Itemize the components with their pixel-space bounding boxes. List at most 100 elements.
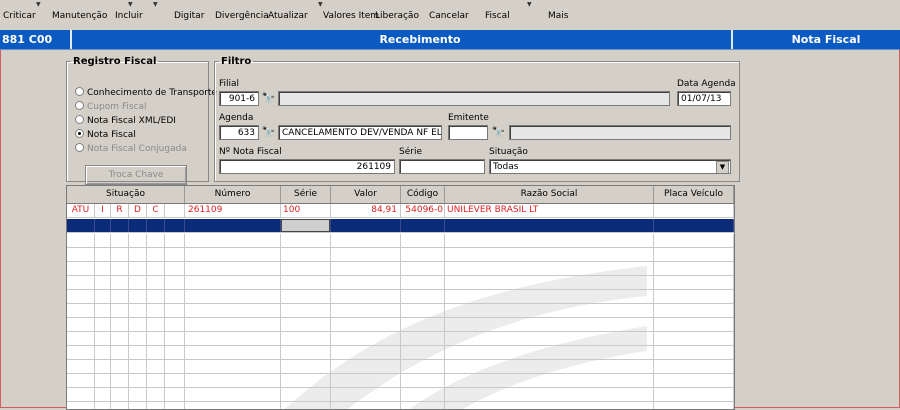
active-cell[interactable] xyxy=(281,219,331,232)
chevron-down-icon: ▼ xyxy=(318,1,323,8)
empty-cell xyxy=(67,290,95,303)
chevron-down-icon: ▼ xyxy=(153,1,158,8)
toolbar-valores-item[interactable]: Valores Item xyxy=(323,11,379,21)
table-row[interactable]: ATU I R D C 261109 100 84,91 54096-0 UNI… xyxy=(67,204,734,218)
empty-cell xyxy=(445,388,654,401)
table-row[interactable] xyxy=(67,248,734,262)
table-row[interactable] xyxy=(67,262,734,276)
header-serie[interactable]: Série xyxy=(281,186,331,203)
empty-cell xyxy=(165,262,185,275)
empty-cell xyxy=(95,318,111,331)
table-row[interactable] xyxy=(67,388,734,402)
binoculars-icon[interactable]: 🔭 xyxy=(261,91,276,106)
empty-cell xyxy=(111,388,129,401)
header-codigo[interactable]: Código xyxy=(401,186,445,203)
grid-header: Situação Número Série Valor Código Razão… xyxy=(67,186,734,204)
empty-cell xyxy=(331,234,401,247)
empty-cell xyxy=(331,290,401,303)
empty-cell xyxy=(165,374,185,387)
empty-cell xyxy=(281,304,331,317)
empty-cell xyxy=(111,276,129,289)
data-agenda-field[interactable]: 01/07/13 xyxy=(677,91,731,106)
table-row[interactable] xyxy=(67,402,734,409)
table-row[interactable] xyxy=(67,276,734,290)
radio-nota-fiscal-conjugada: Nota Fiscal Conjugada xyxy=(75,143,187,154)
empty-cell xyxy=(67,262,95,275)
empty-cell xyxy=(111,332,129,345)
empty-cell xyxy=(281,318,331,331)
radio-nota-fiscal-xml[interactable]: Nota Fiscal XML/EDI xyxy=(75,115,176,126)
header-numero[interactable]: Número xyxy=(185,186,281,203)
empty-cell xyxy=(331,346,401,359)
empty-cell xyxy=(401,346,445,359)
flag-cell: R xyxy=(111,204,129,217)
emitente-label: Emitente xyxy=(448,113,489,123)
empty-cell xyxy=(67,304,95,317)
empty-cell xyxy=(165,276,185,289)
empty-cell xyxy=(331,318,401,331)
header-situacao[interactable]: Situação xyxy=(67,186,185,203)
radio-conhecimento-transporte[interactable]: Conhecimento de Transporte xyxy=(75,87,217,98)
empty-cell xyxy=(401,388,445,401)
razao-cell: UNILEVER BRASIL LT xyxy=(445,204,654,217)
empty-cell xyxy=(129,402,147,409)
empty-cell xyxy=(401,248,445,261)
group-title: Filtro xyxy=(221,56,252,67)
toolbar-cancelar[interactable]: Cancelar xyxy=(429,11,469,21)
toolbar-atualizar[interactable]: Atualizar xyxy=(268,11,308,21)
radio-nota-fiscal[interactable]: Nota Fiscal xyxy=(75,129,136,140)
empty-cell xyxy=(129,346,147,359)
empty-cell xyxy=(147,402,165,409)
binoculars-icon[interactable]: 🔭 xyxy=(261,125,276,140)
empty-cell xyxy=(331,360,401,373)
radio-icon xyxy=(75,143,84,152)
agenda-field[interactable]: 633 xyxy=(219,125,259,140)
empty-cell xyxy=(165,388,185,401)
filial-field[interactable]: 901-6 xyxy=(219,91,259,106)
table-row[interactable] xyxy=(67,360,734,374)
empty-cell xyxy=(445,234,654,247)
toolbar-divergencia[interactable]: Divergência xyxy=(215,11,269,21)
empty-cell xyxy=(67,234,95,247)
table-row[interactable] xyxy=(67,346,734,360)
emitente-field[interactable] xyxy=(448,125,488,140)
divider xyxy=(70,30,72,49)
header-razao-social[interactable]: Razão Social xyxy=(445,186,654,203)
empty-cell xyxy=(67,402,95,409)
toolbar-incluir[interactable]: Incluir xyxy=(115,11,143,21)
empty-cell xyxy=(111,402,129,409)
chevron-down-icon[interactable]: ▼ xyxy=(716,161,729,173)
agenda-label: Agenda xyxy=(219,113,254,123)
header-valor[interactable]: Valor xyxy=(331,186,401,203)
toolbar-manutencao[interactable]: Manutenção xyxy=(52,11,107,21)
header-placa-veiculo[interactable]: Placa Veículo xyxy=(654,186,734,203)
empty-cell xyxy=(185,234,281,247)
empty-cell xyxy=(331,304,401,317)
toolbar-liberacao[interactable]: Liberação xyxy=(375,11,419,21)
nota-fiscal-field[interactable]: 261109 xyxy=(219,159,395,174)
toolbar-fiscal[interactable]: Fiscal xyxy=(485,11,510,21)
table-row[interactable] xyxy=(67,290,734,304)
table-row[interactable] xyxy=(67,374,734,388)
situacao-select[interactable]: Todas ▼ xyxy=(489,159,731,174)
table-row[interactable] xyxy=(67,234,734,248)
empty-cell xyxy=(185,374,281,387)
notas-grid[interactable]: Situação Número Série Valor Código Razão… xyxy=(66,185,735,410)
empty-cell xyxy=(401,318,445,331)
table-row[interactable] xyxy=(67,318,734,332)
binoculars-icon[interactable]: 🔭 xyxy=(491,125,506,140)
empty-cell xyxy=(401,276,445,289)
toolbar: Criticar Manutenção Incluir Digitar Dive… xyxy=(0,0,900,30)
serie-field[interactable] xyxy=(399,159,485,174)
serie-label: Série xyxy=(399,147,422,157)
table-row[interactable] xyxy=(67,332,734,346)
toolbar-digitar[interactable]: Digitar xyxy=(174,11,204,21)
empty-cell xyxy=(129,332,147,345)
flag-cell: D xyxy=(129,204,147,217)
radio-icon xyxy=(75,87,84,96)
toolbar-criticar[interactable]: Criticar xyxy=(3,11,36,21)
table-row[interactable] xyxy=(67,304,734,318)
toolbar-mais[interactable]: Mais xyxy=(548,11,568,21)
empty-cell xyxy=(147,248,165,261)
table-row-selected[interactable] xyxy=(67,219,734,233)
